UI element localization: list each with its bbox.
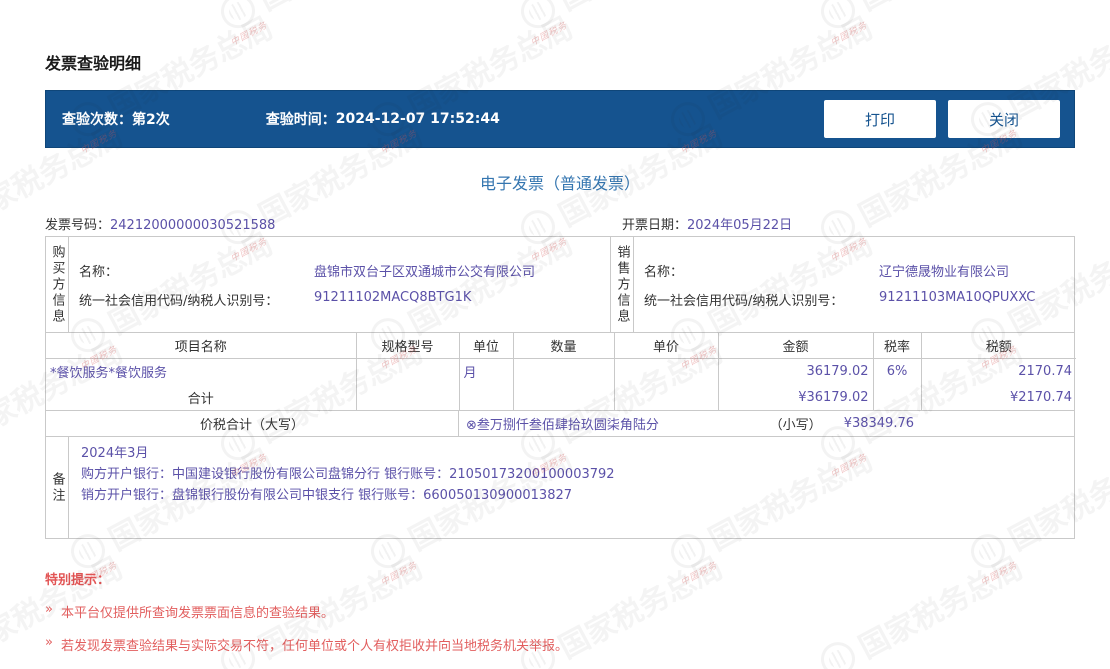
- notice-bullet-icon: »: [45, 635, 53, 650]
- header-tax: 税额: [921, 333, 1076, 359]
- grand-total-words: ⊗叁万捌仟叁佰肆拾玖圆柒角陆分: [466, 418, 659, 433]
- item-spec: [356, 358, 460, 384]
- invoice-date: 开票日期：2024年05月22日: [622, 214, 1075, 233]
- item-tax-rate: 6%: [873, 358, 922, 384]
- buyer-taxid-label: 统一社会信用代码/纳税人识别号：: [79, 293, 279, 309]
- close-button[interactable]: 关闭: [948, 100, 1060, 138]
- buyer-name-value: 盘锦市双台子区双通城市公交有限公司: [314, 264, 536, 280]
- seller-taxid-line: 统一社会信用代码/纳税人识别号： 91211103MA10QPUXXC: [644, 290, 1064, 309]
- buyer-info: 名称： 盘锦市双台子区双通城市公交有限公司 统一社会信用代码/纳税人识别号： 9…: [69, 237, 611, 332]
- grand-total-line: 价税合计（大写） ⊗叁万捌仟叁佰肆拾玖圆柒角陆分 （小写） ¥38349.76: [46, 410, 1074, 437]
- item-qty: [513, 358, 615, 384]
- remark-side-label: 备注: [46, 437, 69, 538]
- item-tax: 2170.74: [1018, 363, 1072, 379]
- seller-taxid-value: 91211103MA10QPUXXC: [879, 289, 1036, 305]
- seller-name-line: 名称： 辽宁德晟物业有限公司: [644, 261, 1064, 280]
- verification-header-bar: 查验次数： 第2次 查验时间： 2024-12-07 17:52:44 打印 关闭: [45, 90, 1075, 148]
- grand-total-rest: ⊗叁万捌仟叁佰肆拾玖圆柒角陆分 （小写） ¥38349.76: [459, 414, 1074, 433]
- total-tax: ¥2170.74: [1009, 389, 1072, 405]
- invoice-number-label: 发票号码：: [45, 217, 111, 233]
- item-price: [614, 358, 719, 384]
- item-row: *餐饮服务*餐饮服务 月 36179.02 6% 2170.74: [46, 358, 1076, 384]
- seller-name-value: 辽宁德晟物业有限公司: [879, 264, 1010, 280]
- total-row-label: 合计: [46, 384, 357, 410]
- seller-side-label: 销售方信息: [611, 237, 634, 332]
- seller-info: 名称： 辽宁德晟物业有限公司 统一社会信用代码/纳税人识别号： 91211103…: [634, 237, 1074, 332]
- items-header-row: 项目名称 规格型号 单位 数量 单价 金额 税率 税额: [46, 333, 1076, 359]
- header-qty: 数量: [513, 333, 615, 359]
- seller-name-label: 名称：: [644, 264, 684, 280]
- notice-item: » 本平台仅提供所查询发票票面信息的查验结果。: [45, 602, 1075, 621]
- header-item-name: 项目名称: [46, 333, 357, 359]
- remark-line: 销方开户银行：盘锦银行股份有限公司中银支行 银行账号：6600501309000…: [81, 488, 573, 503]
- buyer-taxid-line: 统一社会信用代码/纳税人识别号： 91211102MACQ8BTG1K: [79, 290, 600, 309]
- check-count-label: 查验次数：: [62, 112, 132, 128]
- page-title: 发票查验明细: [45, 54, 142, 73]
- small-value: ¥38349.76: [843, 416, 914, 431]
- invoice-date-label: 开票日期：: [622, 217, 688, 233]
- remark-content: 2024年3月 购方开户银行：中国建设银行股份有限公司盘锦分行 银行账号：210…: [69, 437, 1074, 538]
- notice-item-text: 本平台仅提供所查询发票票面信息的查验结果。: [60, 606, 334, 621]
- grand-total-small-group: （小写） ¥38349.76: [770, 414, 914, 433]
- buyer-name-label: 名称：: [79, 264, 119, 280]
- notice-bullet-icon: »: [45, 602, 53, 617]
- check-count-value: 第2次: [132, 112, 170, 128]
- header-tax-rate: 税率: [873, 333, 922, 359]
- total-amount: ¥36179.02: [718, 384, 874, 410]
- print-button[interactable]: 打印: [824, 100, 936, 138]
- header-unit: 单位: [459, 333, 514, 359]
- check-count: 查验次数： 第2次: [62, 109, 170, 129]
- buyer-side-label: 购买方信息: [46, 237, 69, 332]
- seller-taxid-label: 统一社会信用代码/纳税人识别号：: [644, 293, 844, 309]
- total-row: 合计 ¥36179.02 ¥2170.74: [46, 384, 1076, 410]
- party-row: 购买方信息 名称： 盘锦市双台子区双通城市公交有限公司 统一社会信用代码/纳税人…: [46, 237, 1074, 333]
- header-spec: 规格型号: [356, 333, 460, 359]
- notice-title: 特别提示：: [45, 573, 111, 588]
- main-content: 发票查验明细 查验次数： 第2次 查验时间： 2024-12-07 17:52:44…: [45, 0, 1076, 654]
- invoice-number: 发票号码：24212000000030521588: [45, 214, 622, 233]
- buyer-name-line: 名称： 盘锦市双台子区双通城市公交有限公司: [79, 261, 600, 280]
- grand-total-label: 价税合计（大写）: [46, 411, 459, 436]
- check-time: 查验时间： 2024-12-07 17:52:44: [266, 109, 500, 129]
- small-label: （小写）: [769, 418, 822, 433]
- remark-line: 购方开户银行：中国建设银行股份有限公司盘锦分行 银行账号：21050173200…: [81, 467, 615, 482]
- check-time-value: 2024-12-07 17:52:44: [335, 111, 500, 127]
- item-amount: 36179.02: [718, 358, 874, 384]
- remark-line: 2024年3月: [81, 446, 149, 461]
- notice-item: » 若发现发票查验结果与实际交易不符，任何单位或个人有权拒收并向当地税务机关举报…: [45, 635, 1075, 654]
- item-name: *餐饮服务*餐饮服务: [46, 358, 357, 384]
- header-amount: 金额: [718, 333, 874, 359]
- invoice-meta-row: 发票号码：24212000000030521588 开票日期：2024年05月2…: [45, 210, 1075, 236]
- invoice-number-value: 24212000000030521588: [110, 217, 276, 233]
- invoice-type-title: 电子发票（普通发票）: [479, 174, 640, 193]
- remark-row: 备注 2024年3月 购方开户银行：中国建设银行股份有限公司盘锦分行 银行账号：…: [46, 437, 1074, 538]
- items-table: 项目名称 规格型号 单位 数量 单价 金额 税率 税额 *餐饮服务*餐饮服务 月…: [46, 333, 1076, 410]
- buyer-taxid-value: 91211102MACQ8BTG1K: [314, 289, 472, 305]
- notice-item-text: 若发现发票查验结果与实际交易不符，任何单位或个人有权拒收并向当地税务机关举报。: [60, 639, 568, 654]
- invoice-date-value: 2024年05月22日: [687, 217, 793, 233]
- check-time-label: 查验时间：: [265, 112, 336, 128]
- invoice-box: 购买方信息 名称： 盘锦市双台子区双通城市公交有限公司 统一社会信用代码/纳税人…: [45, 236, 1076, 539]
- special-notice: 特别提示： » 本平台仅提供所查询发票票面信息的查验结果。 » 若发现发票查验结…: [45, 569, 1075, 654]
- header-price: 单价: [614, 333, 719, 359]
- item-unit: 月: [459, 358, 514, 384]
